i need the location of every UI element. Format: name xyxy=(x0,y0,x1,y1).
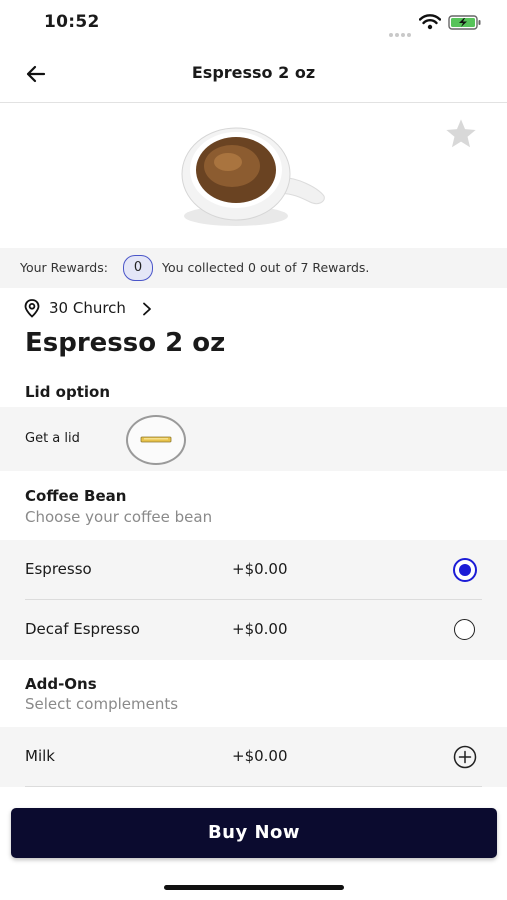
pin-icon xyxy=(24,299,40,318)
option-row-espresso[interactable]: Espresso +$0.00 xyxy=(0,540,507,600)
lid-icon xyxy=(140,436,172,443)
coffee-bean-subtitle: Choose your coffee bean xyxy=(25,508,213,526)
option-name: Milk xyxy=(25,747,55,765)
rewards-bar: Your Rewards: 0 You collected 0 out of 7… xyxy=(0,248,507,288)
lid-section-title: Lid option xyxy=(25,383,110,401)
divider xyxy=(25,786,482,787)
option-name: Espresso xyxy=(25,560,92,578)
radio-unselected-icon[interactable] xyxy=(454,619,475,640)
wifi-icon xyxy=(419,14,441,30)
rewards-message: You collected 0 out of 7 Rewards. xyxy=(162,260,370,275)
coffee-bean-title: Coffee Bean xyxy=(25,487,127,505)
status-time: 10:52 xyxy=(44,12,100,32)
option-price: +$0.00 xyxy=(232,747,288,765)
rewards-label: Your Rewards: xyxy=(20,260,108,275)
option-price: +$0.00 xyxy=(232,620,288,638)
lid-option-row: Get a lid xyxy=(0,407,507,471)
add-ons-subtitle: Select complements xyxy=(25,695,179,713)
option-row-decaf-espresso[interactable]: Decaf Espresso +$0.00 xyxy=(0,600,507,660)
signal-icon xyxy=(389,22,413,41)
product-hero xyxy=(0,103,507,248)
option-row-milk[interactable]: Milk +$0.00 xyxy=(0,727,507,787)
lid-option-label: Get a lid xyxy=(25,431,80,446)
product-title: Espresso 2 oz xyxy=(25,328,226,358)
nav-bar: Espresso 2 oz xyxy=(0,46,507,103)
add-ons-title: Add-Ons xyxy=(25,675,97,693)
plus-circle-icon[interactable] xyxy=(453,745,477,769)
page-title: Espresso 2 oz xyxy=(191,63,316,82)
rewards-count-badge: 0 xyxy=(123,255,153,281)
chevron-right-icon xyxy=(143,302,151,316)
status-bar: 10:52 xyxy=(0,0,507,46)
battery-icon xyxy=(448,15,481,30)
buy-now-button[interactable]: Buy Now xyxy=(11,808,497,858)
option-price: +$0.00 xyxy=(232,560,288,578)
store-name: 30 Church xyxy=(49,299,126,317)
lid-toggle[interactable] xyxy=(126,415,186,465)
home-indicator xyxy=(164,885,344,890)
espresso-cup-image xyxy=(181,127,325,226)
star-icon[interactable] xyxy=(444,118,478,150)
option-name: Decaf Espresso xyxy=(25,620,140,638)
radio-selected-icon[interactable] xyxy=(453,558,477,582)
